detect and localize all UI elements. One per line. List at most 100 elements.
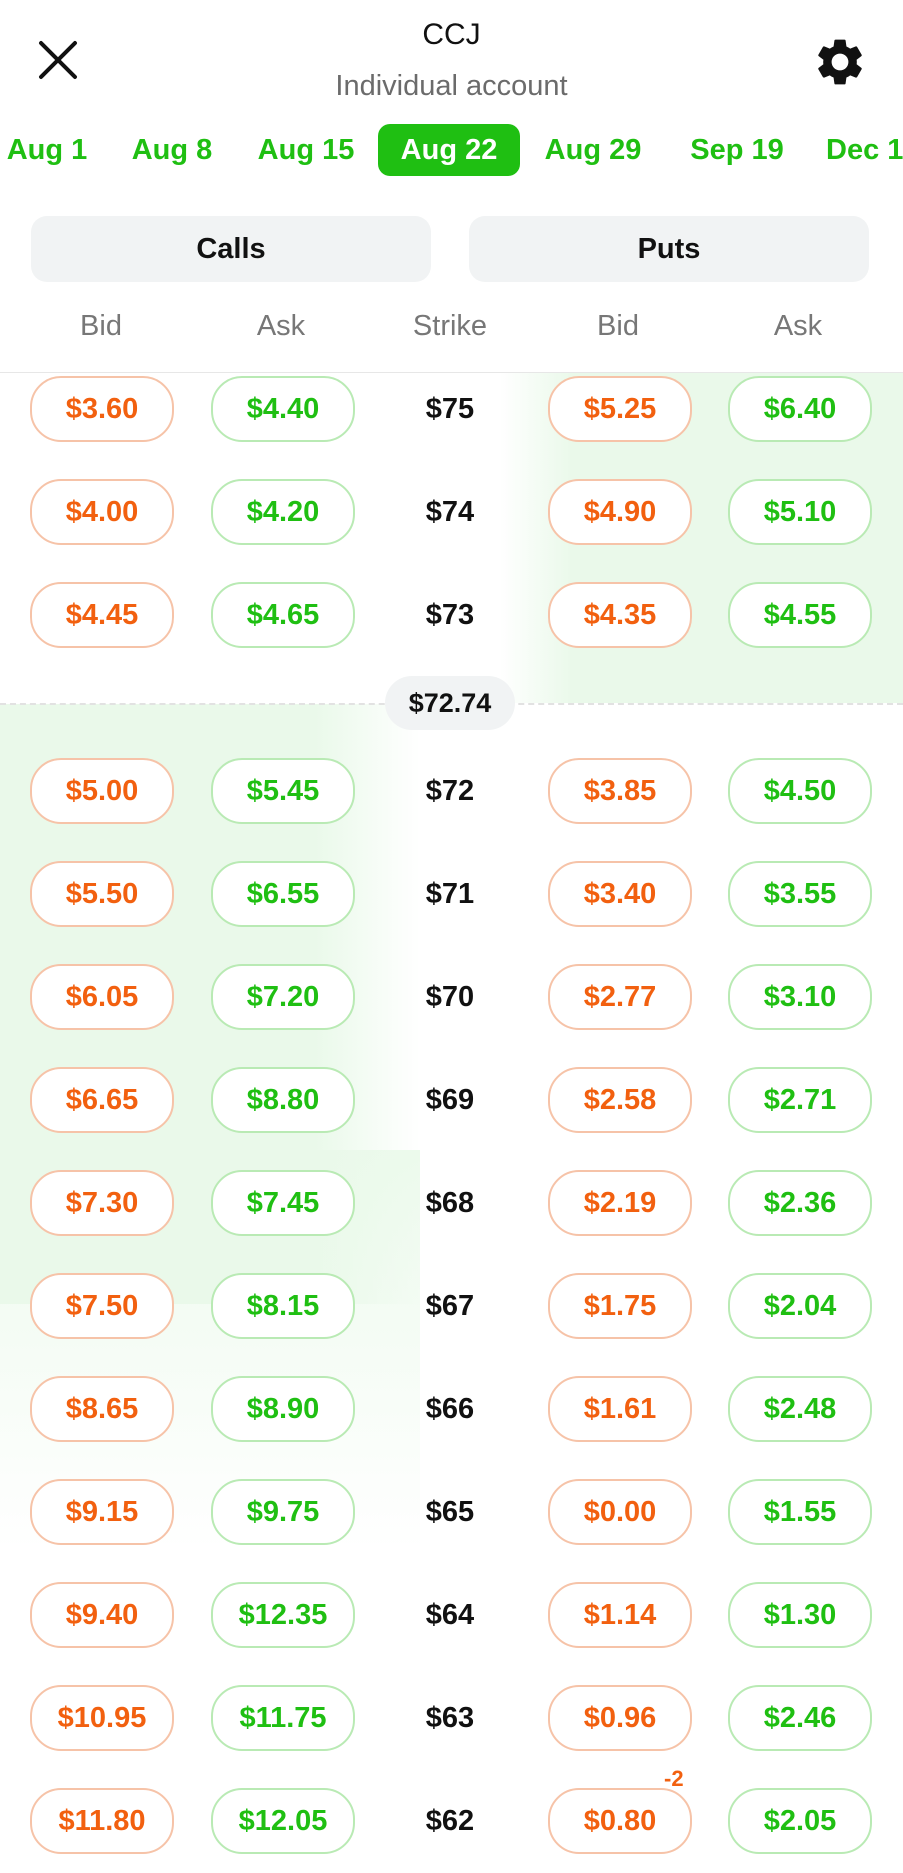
- put-ask-button[interactable]: $2.48: [728, 1376, 872, 1442]
- option-row: $6.65 $8.80 $69 $2.58 $2.71: [0, 1067, 903, 1133]
- put-ask-button[interactable]: $3.55: [728, 861, 872, 927]
- call-bid-button[interactable]: $5.50: [30, 861, 174, 927]
- strike-price: $67: [425, 1290, 475, 1322]
- option-row: $4.00 $4.20 $74 $4.90 $5.10: [0, 479, 903, 545]
- call-ask-button[interactable]: $8.80: [211, 1067, 355, 1133]
- tab-expiration[interactable]: Sep 19: [682, 124, 792, 176]
- option-row: $11.80 $12.05 $62 $0.80 $2.05 -2: [0, 1766, 903, 1854]
- put-bid-button[interactable]: $4.90: [548, 479, 692, 545]
- call-bid-button[interactable]: $5.00: [30, 758, 174, 824]
- call-ask-button[interactable]: $4.40: [211, 376, 355, 442]
- call-ask-button[interactable]: $7.20: [211, 964, 355, 1030]
- call-ask-button[interactable]: $4.20: [211, 479, 355, 545]
- put-ask-button[interactable]: $4.55: [728, 582, 872, 648]
- option-row: $7.30 $7.45 $68 $2.19 $2.36: [0, 1170, 903, 1236]
- option-row: $9.15 $9.75 $65 $0.00 $1.55: [0, 1479, 903, 1545]
- put-ask-button[interactable]: $1.55: [728, 1479, 872, 1545]
- call-ask-button[interactable]: $11.75: [211, 1685, 355, 1751]
- put-ask-button[interactable]: $6.40: [728, 376, 872, 442]
- option-row: $5.00 $5.45 $72 $3.85 $4.50: [0, 758, 903, 824]
- call-ask-button[interactable]: $12.35: [211, 1582, 355, 1648]
- strike-price: $71: [425, 878, 475, 910]
- option-row: $5.50 $6.55 $71 $3.40 $3.55: [0, 861, 903, 927]
- put-ask-button[interactable]: $2.46: [728, 1685, 872, 1751]
- account-subtitle: Individual account: [335, 70, 568, 102]
- put-bid-button[interactable]: $2.19: [548, 1170, 692, 1236]
- column-header-strike: Strike: [412, 310, 488, 342]
- put-bid-button[interactable]: $3.85: [548, 758, 692, 824]
- put-bid-button[interactable]: $2.77: [548, 964, 692, 1030]
- put-ask-button[interactable]: $2.36: [728, 1170, 872, 1236]
- put-ask-button[interactable]: $2.05: [728, 1788, 872, 1854]
- strike-price: $73: [425, 599, 475, 631]
- option-row: $4.45 $4.65 $73 $4.35 $4.55: [0, 582, 903, 648]
- strike-price: $63: [425, 1702, 475, 1734]
- call-ask-button[interactable]: $12.05: [211, 1788, 355, 1854]
- column-header-put-bid: Bid: [597, 310, 639, 342]
- position-badge: -2: [664, 1766, 684, 1791]
- puts-button[interactable]: Puts: [469, 216, 869, 282]
- option-row: $6.05 $7.20 $70 $2.77 $3.10: [0, 964, 903, 1030]
- put-bid-button[interactable]: $1.61: [548, 1376, 692, 1442]
- call-bid-button[interactable]: $7.30: [30, 1170, 174, 1236]
- put-ask-button[interactable]: $2.04: [728, 1273, 872, 1339]
- option-row: $7.50 $8.15 $67 $1.75 $2.04: [0, 1273, 903, 1339]
- call-bid-button[interactable]: $6.05: [30, 964, 174, 1030]
- strike-price: $62: [425, 1805, 475, 1837]
- strike-price: $68: [425, 1187, 475, 1219]
- put-ask-button[interactable]: $4.50: [728, 758, 872, 824]
- put-bid-button[interactable]: $0.80: [548, 1788, 692, 1854]
- call-ask-button[interactable]: $5.45: [211, 758, 355, 824]
- call-bid-button[interactable]: $6.65: [30, 1067, 174, 1133]
- strike-price: $70: [425, 981, 475, 1013]
- strike-price: $72: [425, 775, 475, 807]
- tab-expiration[interactable]: Aug 1: [0, 124, 94, 176]
- tab-expiration[interactable]: Dec 1: [826, 124, 903, 176]
- call-bid-button[interactable]: $9.40: [30, 1582, 174, 1648]
- ticker-title: CCJ: [422, 18, 481, 51]
- option-row: $10.95 $11.75 $63 $0.96 $2.46: [0, 1685, 903, 1751]
- tab-expiration[interactable]: Aug 8: [124, 124, 220, 176]
- option-row: $3.60 $4.40 $75 $5.25 $6.40: [0, 376, 903, 442]
- tab-expiration-selected[interactable]: Aug 22: [378, 124, 520, 176]
- strike-price: $66: [425, 1393, 475, 1425]
- gear-icon[interactable]: [812, 34, 868, 90]
- column-header-call-ask: Ask: [256, 310, 306, 342]
- put-bid-button[interactable]: $4.35: [548, 582, 692, 648]
- put-bid-button[interactable]: $1.75: [548, 1273, 692, 1339]
- call-bid-button[interactable]: $9.15: [30, 1479, 174, 1545]
- call-ask-button[interactable]: $8.15: [211, 1273, 355, 1339]
- call-bid-button[interactable]: $8.65: [30, 1376, 174, 1442]
- strike-price: $64: [425, 1599, 475, 1631]
- put-bid-button[interactable]: $3.40: [548, 861, 692, 927]
- put-bid-button[interactable]: $0.96: [548, 1685, 692, 1751]
- put-bid-button[interactable]: $1.14: [548, 1582, 692, 1648]
- put-ask-button[interactable]: $2.71: [728, 1067, 872, 1133]
- call-ask-button[interactable]: $4.65: [211, 582, 355, 648]
- strike-price: $69: [425, 1084, 475, 1116]
- call-bid-button[interactable]: $4.45: [30, 582, 174, 648]
- call-ask-button[interactable]: $8.90: [211, 1376, 355, 1442]
- option-row: $9.40 $12.35 $64 $1.14 $1.30: [0, 1582, 903, 1648]
- call-bid-button[interactable]: $7.50: [30, 1273, 174, 1339]
- put-ask-button[interactable]: $3.10: [728, 964, 872, 1030]
- call-bid-button[interactable]: $4.00: [30, 479, 174, 545]
- call-bid-button[interactable]: $10.95: [30, 1685, 174, 1751]
- tab-expiration[interactable]: Aug 29: [538, 124, 648, 176]
- put-bid-button[interactable]: $5.25: [548, 376, 692, 442]
- call-bid-button[interactable]: $11.80: [30, 1788, 174, 1854]
- call-ask-button[interactable]: $7.45: [211, 1170, 355, 1236]
- put-bid-button[interactable]: $0.00: [548, 1479, 692, 1545]
- column-header-put-ask: Ask: [773, 310, 823, 342]
- header: CCJ Individual account: [0, 0, 903, 120]
- put-ask-button[interactable]: $5.10: [728, 479, 872, 545]
- call-ask-button[interactable]: $6.55: [211, 861, 355, 927]
- calls-button[interactable]: Calls: [31, 216, 431, 282]
- put-ask-button[interactable]: $1.30: [728, 1582, 872, 1648]
- tab-expiration[interactable]: Aug 15: [250, 124, 362, 176]
- call-bid-button[interactable]: $3.60: [30, 376, 174, 442]
- strike-price: $65: [425, 1496, 475, 1528]
- option-row: $8.65 $8.90 $66 $1.61 $2.48: [0, 1376, 903, 1442]
- call-ask-button[interactable]: $9.75: [211, 1479, 355, 1545]
- put-bid-button[interactable]: $2.58: [548, 1067, 692, 1133]
